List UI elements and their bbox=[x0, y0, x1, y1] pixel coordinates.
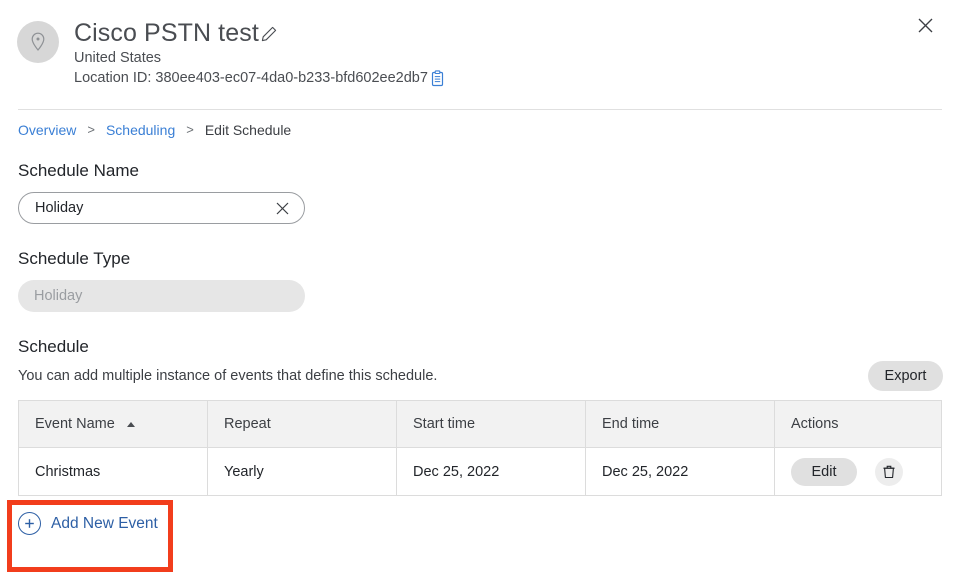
breadcrumb-item-current: Edit Schedule bbox=[204, 122, 292, 138]
column-header-actions: Actions bbox=[791, 416, 839, 432]
location-country: United States bbox=[74, 50, 162, 66]
table-row: Christmas Yearly Dec 25, 2022 Dec 25, 20… bbox=[19, 448, 941, 495]
schedule-name-label: Schedule Name bbox=[18, 161, 139, 180]
cell-start-time: Dec 25, 2022 bbox=[397, 448, 586, 495]
trash-icon[interactable] bbox=[875, 457, 903, 486]
map-pin-icon bbox=[17, 21, 59, 63]
header-divider bbox=[18, 109, 942, 110]
plus-circle-icon bbox=[18, 512, 41, 535]
location-id-text: Location ID: 380ee403-ec07-4da0-b233-bfd… bbox=[74, 70, 428, 86]
clipboard-copy-icon[interactable] bbox=[430, 69, 445, 87]
table-header-row: Event Name Repeat Start time End time Ac… bbox=[19, 401, 941, 448]
annotation-highlight-box bbox=[7, 500, 173, 572]
cell-repeat: Yearly bbox=[208, 448, 397, 495]
breadcrumb-separator: > bbox=[87, 122, 95, 137]
breadcrumb-item-overview[interactable]: Overview bbox=[18, 121, 76, 139]
edit-button[interactable]: Edit bbox=[791, 457, 857, 486]
edit-schedule-page: Cisco PSTN test United States Location I… bbox=[0, 0, 958, 580]
schedule-section-description: You can add multiple instance of events … bbox=[18, 368, 438, 384]
pencil-icon[interactable] bbox=[260, 23, 278, 43]
page-title: Cisco PSTN test bbox=[74, 19, 259, 47]
column-header-end-time[interactable]: End time bbox=[586, 401, 775, 447]
cell-actions: Edit bbox=[775, 448, 941, 495]
page-title-row: Cisco PSTN test bbox=[74, 18, 278, 48]
add-new-event-button[interactable]: Add New Event bbox=[18, 512, 158, 535]
column-header-repeat[interactable]: Repeat bbox=[208, 401, 397, 447]
schedule-section-heading: Schedule bbox=[18, 337, 89, 356]
location-id-row: Location ID: 380ee403-ec07-4da0-b233-bfd… bbox=[74, 68, 445, 88]
export-button[interactable]: Export bbox=[868, 361, 943, 391]
cell-event-name: Christmas bbox=[19, 448, 208, 495]
breadcrumb-item-scheduling[interactable]: Scheduling bbox=[106, 121, 175, 139]
location-header: Cisco PSTN test United States Location I… bbox=[0, 0, 958, 108]
breadcrumb-separator: > bbox=[186, 122, 194, 137]
column-header-start-time[interactable]: Start time bbox=[397, 401, 586, 447]
column-label: Event Name bbox=[35, 416, 115, 432]
schedule-type-input: Holiday bbox=[18, 280, 305, 312]
breadcrumb: Overview > Scheduling > Edit Schedule bbox=[18, 121, 291, 139]
add-new-event-label: Add New Event bbox=[51, 514, 158, 532]
clear-icon[interactable] bbox=[272, 198, 292, 218]
schedule-name-input[interactable]: Holiday bbox=[18, 192, 305, 224]
close-icon[interactable] bbox=[912, 12, 938, 38]
sort-ascending-icon[interactable] bbox=[126, 421, 136, 428]
schedule-type-label: Schedule Type bbox=[18, 249, 131, 268]
events-table: Event Name Repeat Start time End time Ac… bbox=[18, 400, 942, 496]
column-header-event-name[interactable]: Event Name bbox=[19, 401, 208, 447]
schedule-name-value: Holiday bbox=[35, 200, 84, 216]
cell-end-time: Dec 25, 2022 bbox=[586, 448, 775, 495]
